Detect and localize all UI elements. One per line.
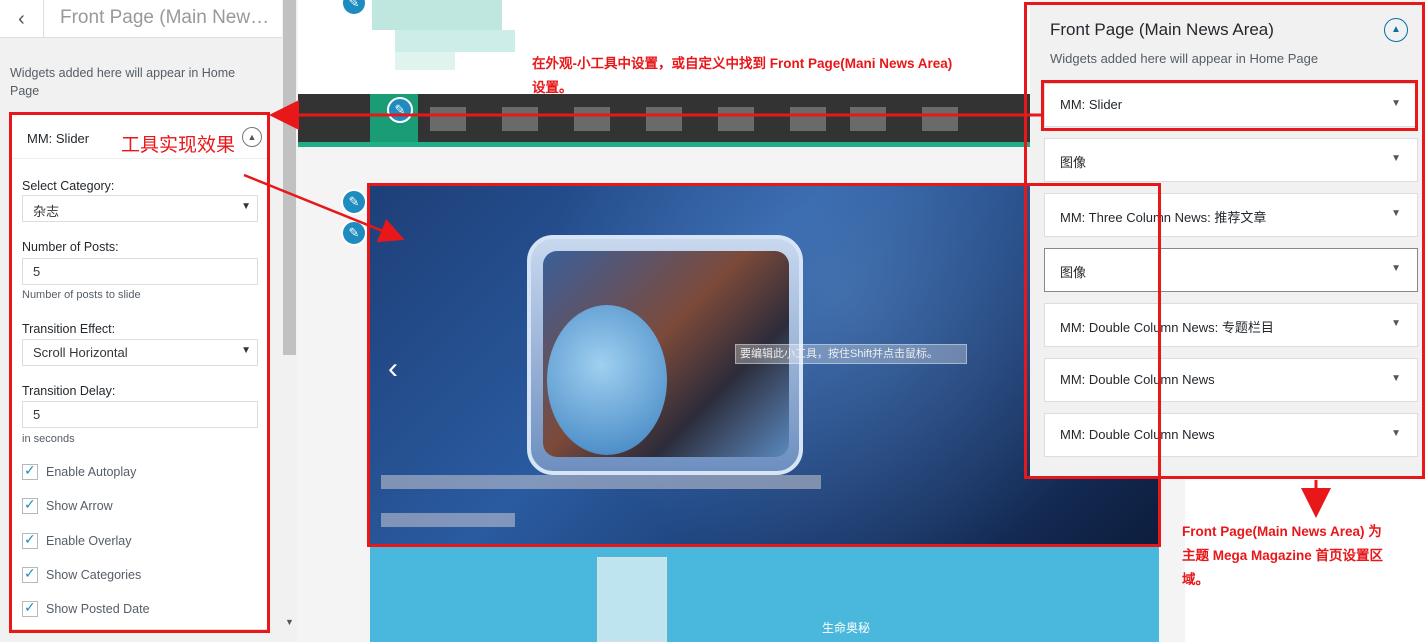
arrow-to-slider <box>243 173 405 243</box>
annotation-arrows <box>243 100 1331 518</box>
